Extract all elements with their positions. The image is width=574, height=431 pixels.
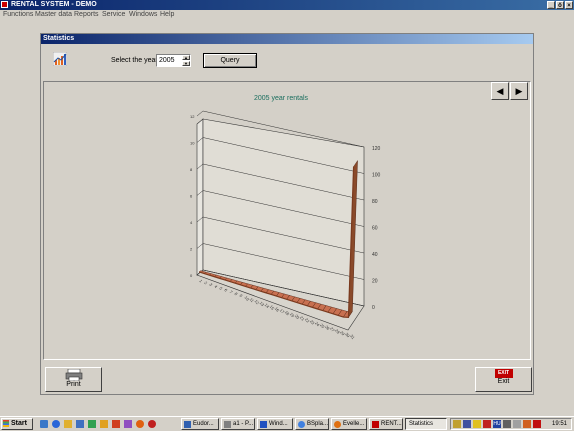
- printer-tray-icon[interactable]: [513, 420, 521, 428]
- y-tick-label-right: 120: [372, 146, 381, 152]
- printer-icon: [65, 369, 82, 381]
- outlook-icon[interactable]: [64, 420, 72, 428]
- security-icon[interactable]: [523, 420, 531, 428]
- task-label: Statistics: [409, 421, 434, 427]
- y-tick-label-right: 0: [372, 305, 375, 311]
- task-a1[interactable]: a1 - P...: [221, 418, 255, 430]
- x-tick-label: 31: [349, 333, 356, 340]
- system-tray: HU 19:51: [450, 418, 572, 430]
- rental-app-icon: [372, 421, 379, 428]
- acrobat-icon[interactable]: [533, 420, 541, 428]
- y-tick-label-right: 20: [372, 279, 378, 285]
- task-label: BSpla...: [307, 421, 329, 427]
- y-tick-label-left: 10: [190, 141, 195, 146]
- opera-icon[interactable]: [148, 420, 156, 428]
- task-label: a1 - P...: [233, 421, 254, 427]
- y-tick-label-right: 60: [372, 226, 378, 232]
- print-button[interactable]: Print: [45, 367, 102, 392]
- chart-walls: [196, 118, 365, 331]
- y-tick-label-left: 6: [190, 194, 193, 199]
- y-tick-label-left: 0: [190, 273, 193, 278]
- task-eudora[interactable]: Eudor...: [181, 418, 219, 430]
- clock: 19:51: [551, 421, 567, 427]
- chart-title: 2005 year rentals: [254, 95, 309, 102]
- task-rental[interactable]: RENT...: [369, 418, 403, 430]
- hu-language-icon[interactable]: HU: [493, 420, 501, 428]
- media-icon[interactable]: [100, 420, 108, 428]
- y-tick-label-left: 2: [190, 247, 193, 252]
- task-label: RENT...: [381, 421, 402, 427]
- y-tick-label-left: 4: [190, 220, 193, 225]
- eudora-icon: [184, 421, 191, 428]
- bsplayer-icon: [298, 421, 305, 428]
- exit-door-icon: EXIT: [494, 369, 513, 378]
- firefox-icon[interactable]: [136, 420, 144, 428]
- print-label: Print: [66, 381, 81, 388]
- desktop-icon[interactable]: [40, 420, 48, 428]
- left-wall: [196, 118, 204, 276]
- network-icon[interactable]: [463, 420, 471, 428]
- y-tick-label-right: 100: [372, 173, 381, 179]
- paint-icon[interactable]: [124, 420, 132, 428]
- y-tick-label-right: 40: [372, 252, 378, 258]
- windows-logo-icon: [3, 420, 9, 427]
- browser-icon: [334, 421, 341, 428]
- window-icon: [260, 421, 267, 428]
- speaker-icon[interactable]: [453, 420, 461, 428]
- toolbox-icon[interactable]: [112, 420, 120, 428]
- explorer-icon[interactable]: [76, 420, 84, 428]
- task-evelle[interactable]: Evelle...: [331, 418, 367, 430]
- task-label: Eudor...: [193, 421, 214, 427]
- antivirus-icon[interactable]: [483, 420, 491, 428]
- y-tick-label-left: 12: [190, 114, 195, 119]
- quicklaunch-app-icon[interactable]: [88, 420, 96, 428]
- y-tick-label-right: 80: [372, 199, 378, 205]
- ie-icon[interactable]: [52, 420, 60, 428]
- task-label: Wind...: [269, 421, 288, 427]
- y-tick-label-left: 8: [190, 167, 193, 172]
- task-label: Evelle...: [343, 421, 365, 427]
- exit-label: Exit: [497, 378, 510, 385]
- task-windows[interactable]: Wind...: [257, 418, 293, 430]
- usb-icon[interactable]: [503, 420, 511, 428]
- shield-icon[interactable]: [473, 420, 481, 428]
- task-bspla[interactable]: BSpla...: [295, 418, 329, 430]
- exit-button[interactable]: EXIT Exit: [475, 367, 532, 392]
- task-statistics[interactable]: Statistics: [405, 418, 447, 430]
- editor-icon: [224, 421, 231, 428]
- gridline-left: [196, 110, 204, 117]
